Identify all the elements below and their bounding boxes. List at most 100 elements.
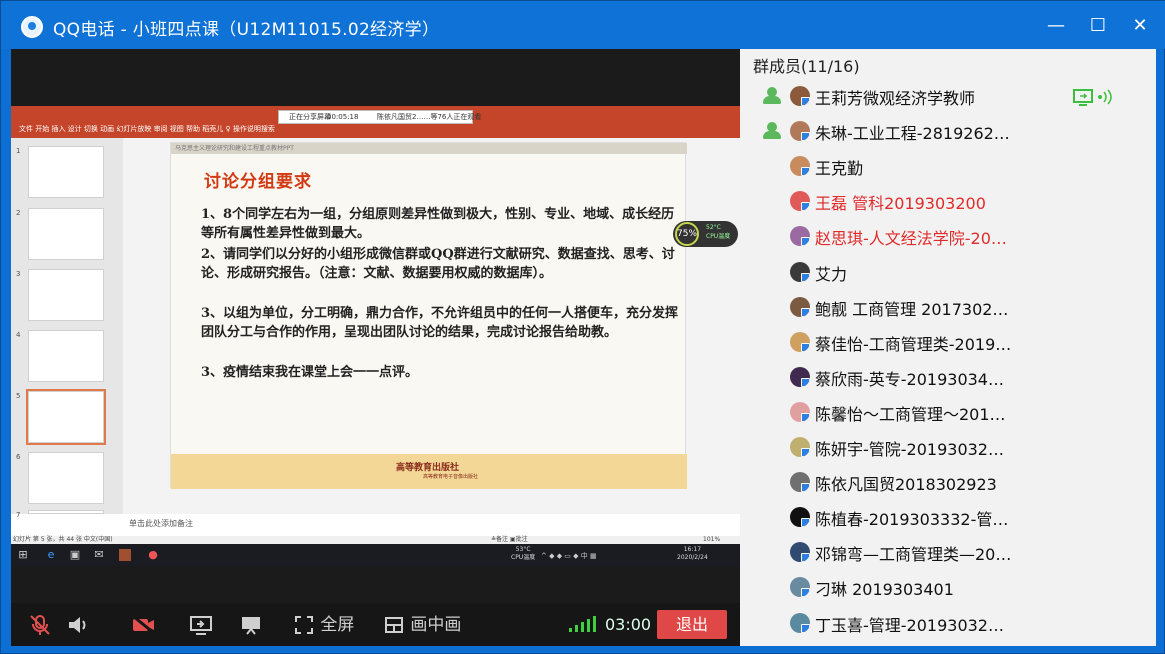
member-row[interactable]: 刁琳 2019303401 — [740, 570, 1156, 604]
qq-logo-icon — [21, 16, 43, 38]
ppt-icon[interactable]: ● — [147, 549, 159, 561]
edge-icon[interactable]: e — [45, 549, 57, 561]
call-controls: 全屏 画中画 03:00 退出 — [11, 603, 740, 646]
member-row[interactable]: 赵思琪-人文经法学院-20… — [740, 219, 1156, 253]
windows-start-icon[interactable]: ⊞ — [17, 549, 29, 561]
slide-stage: 马克思主义理论研究和建设工程重点教材PPT 讨论分组要求 1、8个同学左右为一组… — [123, 138, 740, 514]
member-name: 丁玉喜-管理-20193032… — [815, 615, 1004, 635]
device-icon — [801, 518, 810, 528]
member-row[interactable]: 陈植春-2019303332-管… — [740, 500, 1156, 534]
whiteboard-icon — [242, 617, 260, 635]
member-row[interactable]: 艾力 — [740, 255, 1156, 289]
slide-thumbnail-selected[interactable]: 5 — [16, 389, 106, 445]
shared-screen-area: 文件 开始 插入 设计 切换 动画 幻灯片放映 审阅 视图 帮助 稻壳儿 ♀ 操… — [11, 49, 740, 646]
member-row[interactable]: 陈依凡国贸2018302923 — [740, 465, 1156, 499]
device-icon — [801, 237, 810, 247]
pip-button[interactable]: 画中画 — [383, 613, 461, 637]
slide-paragraph: 2、请同学们以分好的小组形成微信群或QQ群进行文献研究、数据查找、思考、讨论、形… — [201, 247, 675, 281]
camera-off-button[interactable] — [131, 613, 157, 637]
device-icon — [801, 132, 810, 142]
device-icon — [801, 448, 810, 457]
avatar — [790, 507, 810, 528]
slide-thumbnail[interactable]: 3 — [16, 269, 104, 321]
avatar — [790, 472, 810, 493]
share-status: 正在分享屏幕 — [289, 113, 331, 121]
slide-thumbnail[interactable]: 4 — [16, 330, 104, 382]
slide-top-strip: 马克思主义理论研究和建设工程重点教材PPT — [171, 143, 687, 154]
member-row[interactable]: 陈馨怡～工商管理～201… — [740, 395, 1156, 429]
close-button[interactable]: ✕ — [1125, 13, 1155, 39]
avatar — [790, 401, 810, 422]
weather-temp: 53°C — [515, 546, 531, 553]
window-title: QQ电话 - 小班四点课（U12M11015.02经济学） — [53, 20, 440, 40]
whiteboard-button[interactable] — [239, 613, 263, 637]
avatar — [790, 612, 810, 633]
member-row[interactable]: 王磊 管科2019303200 — [740, 184, 1156, 218]
avatar — [790, 156, 810, 177]
ppt-status-bar: 幻灯片 第 5 张，共 44 张 中文(中国) ≜备注 ▣批注 101% — [11, 536, 740, 544]
avatar — [790, 366, 810, 387]
status-right[interactable]: ≜备注 ▣批注 — [491, 536, 528, 544]
exit-button[interactable]: 退出 — [657, 610, 727, 639]
publisher-sub: 高等教育电子音像出版社 — [423, 474, 479, 480]
member-row[interactable]: 邓锦弯—工商管理类—20… — [740, 535, 1156, 569]
member-name: 陈植春-2019303332-管… — [815, 510, 1009, 530]
signal-strength-icon — [569, 616, 596, 632]
device-icon — [801, 202, 810, 212]
gauge-label: CPU温度 — [706, 233, 731, 240]
device-icon — [801, 623, 810, 633]
member-row[interactable]: 王莉芳微观经济学教师 — [740, 79, 1156, 113]
fullscreen-icon — [295, 616, 313, 634]
member-row[interactable]: 鲍靓 工商管理 2017302… — [740, 290, 1156, 324]
status-left: 幻灯片 第 5 张，共 44 张 中文(中国) — [13, 536, 113, 543]
avatar — [790, 226, 810, 247]
cpu-gauge: 75% 52°C CPU温度 — [673, 221, 738, 247]
slide-heading: 讨论分组要求 — [204, 172, 312, 192]
speaker-button[interactable] — [67, 613, 91, 637]
maximize-button[interactable]: ☐ — [1083, 13, 1113, 39]
member-row[interactable]: 王克勤 — [740, 149, 1156, 183]
device-icon — [801, 377, 810, 387]
mic-muted-icon — [30, 615, 50, 635]
publisher-logo: 高等教育出版社 — [396, 463, 460, 473]
gauge-value: 75% — [675, 222, 699, 246]
member-row[interactable]: 蔡佳怡-工商管理类-2019… — [740, 325, 1156, 359]
notes-pane[interactable]: 单击此处添加备注 — [123, 514, 740, 536]
current-slide: 马克思主义理论研究和建设工程重点教材PPT 讨论分组要求 1、8个同学左右为一组… — [170, 142, 687, 489]
ribbon-tabs: 文件 开始 插入 设计 切换 动画 幻灯片放映 审阅 视图 帮助 稻壳儿 ♀ 操… — [19, 125, 275, 133]
member-name: 鲍靓 工商管理 2017302… — [815, 299, 1009, 319]
admin-icon — [762, 122, 782, 140]
slide-thumbnail[interactable]: 2 — [16, 208, 104, 260]
system-tray[interactable]: ^ ◆ ◆ ▭ ◆ 中 ▦ — [541, 551, 597, 561]
member-row[interactable]: 朱琳-工业工程-2819262… — [740, 114, 1156, 148]
device-icon — [801, 553, 810, 563]
member-name: 陈依凡国贸2018302923 — [815, 475, 997, 495]
slide-paragraph: 3、疫情结束我在课堂上会一一点评。 — [201, 365, 419, 380]
share-screen-button[interactable] — [189, 613, 213, 637]
mail-icon[interactable]: ✉ — [93, 549, 105, 561]
device-icon — [801, 97, 810, 106]
mic-muted-button[interactable] — [29, 613, 51, 637]
device-icon — [801, 588, 810, 598]
speaker-icon — [69, 617, 86, 633]
member-name: 邓锦弯—工商管理类—20… — [815, 545, 1012, 565]
avatar — [790, 261, 810, 282]
members-panel: 群成员(11/16) 王莉芳微观经济学教师 朱琳-工业工程-2819262… 王克勤… — [740, 49, 1156, 646]
device-icon — [801, 483, 810, 493]
member-row[interactable]: 丁玉喜-管理-20193032… — [740, 606, 1156, 640]
qq-call-window: QQ电话 - 小班四点课（U12M11015.02经济学） — ☐ ✕ 文件 开… — [0, 0, 1165, 654]
members-header: 群成员(11/16) — [753, 57, 860, 76]
avatar — [790, 86, 810, 106]
slide-paragraph: 1、8个同学左右为一组，分组原则差异性做到极大，性别、专业、地域、成长经历等所有… — [201, 207, 675, 241]
slide-thumbnail[interactable]: 1 — [16, 146, 104, 198]
avatar — [790, 437, 810, 457]
slide-paragraph: 3、以组为单位，分工明确，鼎力合作，不允许组员中的任何一人搭便车，充分发挥团队分… — [201, 306, 679, 340]
slide-thumbnail[interactable]: 7 — [16, 510, 104, 519]
fullscreen-button[interactable]: 全屏 — [293, 613, 354, 637]
store-icon[interactable]: ▣ — [69, 549, 81, 561]
member-row[interactable]: 陈妍宇-管院-20193032… — [740, 430, 1156, 464]
slide-thumbnail[interactable]: 6 — [16, 452, 104, 504]
minimize-button[interactable]: — — [1041, 13, 1071, 39]
app-icon[interactable] — [119, 549, 131, 561]
member-row[interactable]: 蔡欣雨-英专-20193034… — [740, 360, 1156, 394]
